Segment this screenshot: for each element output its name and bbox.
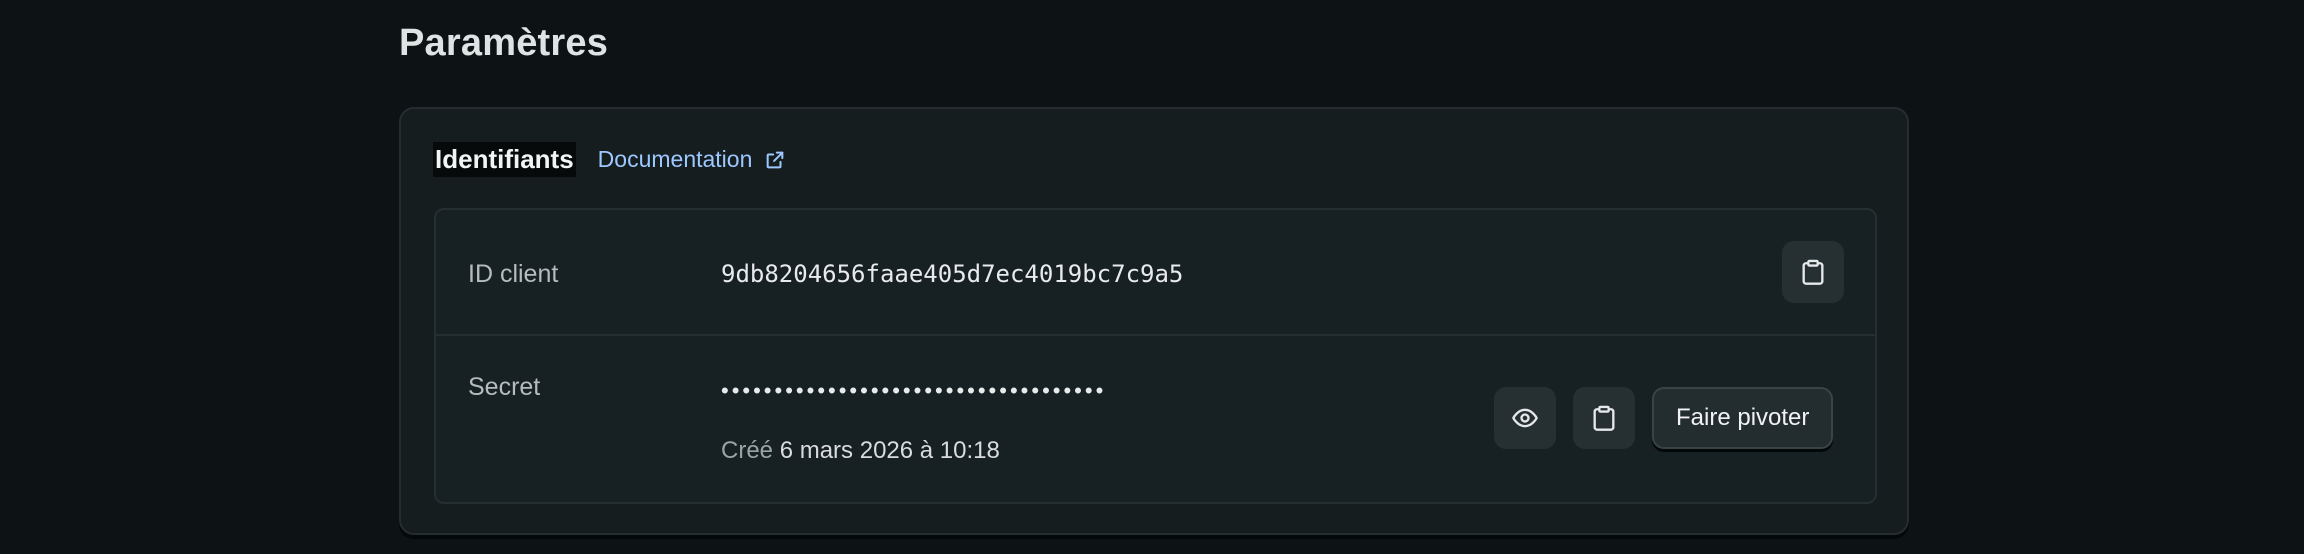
page-title: Paramètres (399, 22, 609, 64)
clipboard-icon (1802, 259, 1824, 285)
secret-row: Secret •••••••••••••••••••••••••••••••••… (436, 336, 1875, 502)
credentials-table: ID client 9db8204656faae405d7ec4019bc7c9… (434, 208, 1877, 504)
clipboard-icon (1593, 405, 1615, 431)
client-id-value: 9db8204656faae405d7ec4019bc7c9a5 (721, 260, 1184, 288)
eye-icon (1512, 408, 1538, 428)
client-id-row: ID client 9db8204656faae405d7ec4019bc7c9… (436, 210, 1875, 336)
copy-secret-button[interactable] (1573, 387, 1635, 449)
documentation-link[interactable]: Documentation (598, 146, 787, 173)
card-title: Identifiants (433, 142, 576, 177)
reveal-secret-button[interactable] (1494, 387, 1556, 449)
card-header: Identifiants Documentation (433, 142, 786, 177)
rotate-secret-button[interactable]: Faire pivoter (1652, 387, 1834, 449)
secret-label: Secret (468, 373, 541, 401)
secret-masked-value: •••••••••••••••••••••••••••••••••••• (721, 378, 1107, 403)
documentation-link-label: Documentation (597, 146, 753, 172)
copy-client-id-button[interactable] (1782, 241, 1844, 303)
external-link-icon (767, 151, 784, 168)
secret-created-info: Créé 6 mars 2026 à 10:18 (721, 437, 1000, 465)
credentials-card: Identifiants Documentation ID client 9db… (399, 107, 1909, 535)
created-prefix: Créé (721, 437, 774, 464)
created-date: 6 mars 2026 à 10:18 (779, 437, 1000, 464)
client-id-label: ID client (468, 260, 559, 288)
